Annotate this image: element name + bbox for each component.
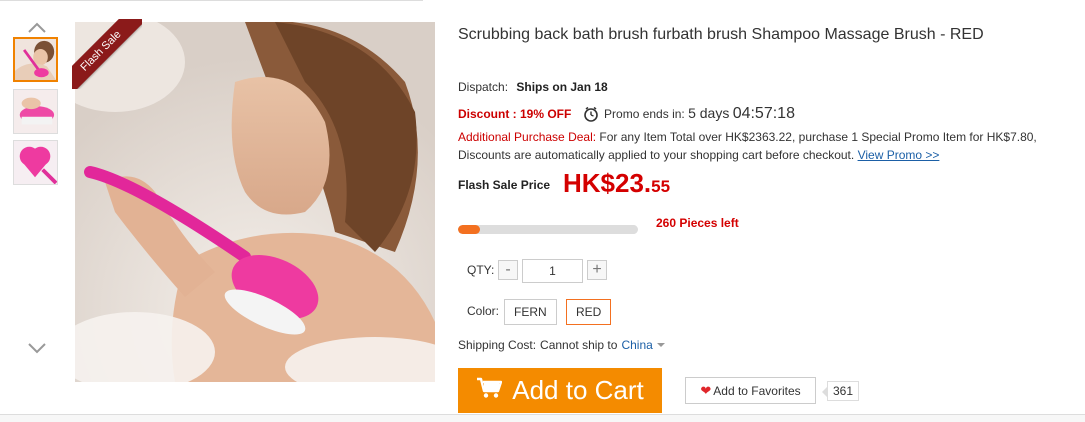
heart-icon: ❤ — [700, 382, 712, 398]
product-page: Flash Sale Scrubbing back bath brush fur… — [0, 0, 1085, 422]
deal-label: Additional Purchase Deal: — [458, 130, 597, 144]
price-cents: 55 — [651, 177, 671, 196]
promo-days: 5 days — [688, 105, 730, 121]
stock-progress-fill — [458, 225, 480, 234]
thumbnail-2[interactable] — [13, 89, 58, 134]
product-title: Scrubbing back bath brush furbath brush … — [458, 26, 984, 43]
footer-divider — [0, 414, 1085, 422]
cart-icon — [476, 375, 512, 406]
dispatch-row: Dispatch: Ships on Jan 18 — [458, 80, 608, 94]
shipping-label: Shipping Cost: — [458, 338, 537, 352]
chevron-down-icon[interactable] — [26, 341, 48, 357]
dispatch-value: Ships on Jan 18 — [516, 80, 608, 94]
purchase-deal: Additional Purchase Deal: For any Item T… — [458, 128, 1058, 164]
flash-sale-price: HK$23.55 — [563, 168, 670, 199]
chevron-up-icon[interactable] — [26, 21, 48, 37]
thumbnail-1[interactable] — [13, 37, 58, 82]
qty-input[interactable] — [522, 259, 583, 283]
add-to-cart-button[interactable]: Add to Cart — [458, 368, 662, 413]
clock-icon — [583, 106, 599, 125]
qty-decrement-button[interactable]: - — [498, 260, 518, 280]
discount-badge: Discount : 19% OFF — [458, 107, 572, 121]
shipping-value: Cannot ship to — [540, 338, 618, 352]
color-option-fern[interactable]: FERN — [504, 299, 557, 325]
qty-label: QTY: — [467, 263, 495, 277]
price-label: Flash Sale Price — [458, 178, 551, 192]
pieces-left: 260 Pieces left — [656, 216, 739, 230]
dispatch-label: Dispatch: — [458, 80, 509, 94]
color-option-red[interactable]: RED — [566, 299, 612, 325]
thumbnail-3[interactable] — [13, 140, 58, 185]
favorites-count: 361 — [821, 381, 860, 401]
stock-progress-bar — [458, 225, 638, 234]
color-label: Color: — [467, 304, 500, 318]
ship-country-dropdown[interactable]: China — [621, 338, 652, 352]
product-image — [75, 22, 435, 382]
promo-countdown: 04:57:18 — [732, 105, 795, 122]
add-to-cart-label: Add to Cart — [512, 375, 644, 405]
add-to-favorites-button[interactable]: ❤ Add to Favorites — [685, 377, 816, 404]
shipping-row: Shipping Cost: Cannot ship to China — [458, 338, 665, 352]
price-main: HK$23. — [563, 168, 652, 198]
add-to-favorites-label: Add to Favorites — [713, 383, 801, 398]
divider — [0, 0, 423, 1]
qty-increment-button[interactable]: + — [587, 260, 607, 280]
promo-ends-label: Promo ends in: — [604, 107, 685, 121]
caret-down-icon[interactable] — [656, 343, 665, 347]
view-promo-link[interactable]: View Promo >> — [858, 148, 940, 162]
promo-row: Discount : 19% OFF Promo ends in: 5 days… — [458, 105, 795, 125]
